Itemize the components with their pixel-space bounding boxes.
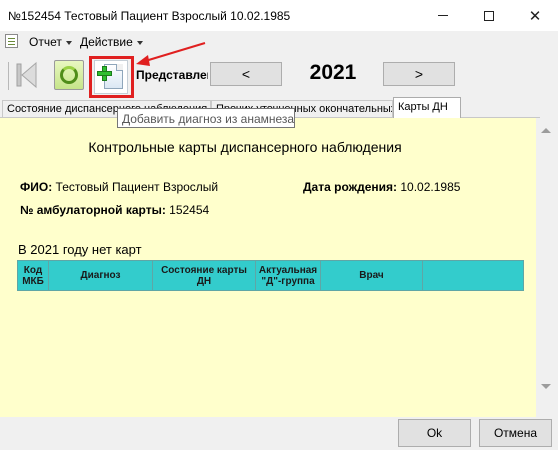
window-title: №152454 Тестовый Пациент Взрослый 10.02.… — [8, 9, 291, 23]
prev-year-label: < — [241, 66, 251, 82]
refresh-icon — [60, 66, 78, 84]
back-button[interactable] — [12, 60, 40, 90]
card-value: 152454 — [169, 203, 210, 217]
minimize-button[interactable] — [420, 0, 466, 31]
scroll-up-icon[interactable] — [541, 128, 551, 133]
dob-label: Дата рождения: — [303, 180, 398, 194]
column-header-empty[interactable] — [422, 260, 524, 291]
scroll-down-icon[interactable] — [541, 384, 551, 389]
document-list-icon[interactable] — [5, 34, 18, 48]
close-icon: ✕ — [528, 7, 542, 25]
annotation-arrow-icon — [136, 42, 206, 66]
column-header-doctor[interactable]: Врач — [320, 260, 423, 291]
table-header-row: Код МКБ Диагноз Состояние карты ДН Актуа… — [17, 260, 524, 291]
column-header-d-group[interactable]: Актуальная "Д"-группа — [255, 260, 321, 291]
minimize-icon — [438, 15, 448, 16]
next-year-label: > — [414, 66, 424, 82]
tab-dn-cards[interactable]: Карты ДН — [393, 97, 461, 118]
next-year-button[interactable]: > — [383, 62, 455, 86]
fio-value: Тестовый Пациент Взрослый — [55, 180, 219, 194]
title-bar: №152454 Тестовый Пациент Взрослый 10.02.… — [0, 0, 558, 31]
tab-label: Карты ДН — [398, 101, 448, 113]
add-diagnosis-tooltip: Добавить диагноз из анамнеза — [117, 108, 295, 128]
footer-bar — [0, 417, 558, 450]
ok-button[interactable]: Ok — [398, 419, 471, 447]
menu-report[interactable]: Отчет — [29, 35, 72, 49]
document-title: Контрольные карты диспансерного наблюден… — [88, 139, 402, 155]
cancel-button[interactable]: Отмена — [479, 419, 552, 447]
ok-label: Ok — [426, 426, 443, 440]
column-header-icd[interactable]: Код МКБ — [17, 260, 49, 291]
menu-report-label: Отчет — [29, 35, 62, 49]
card-label: № амбулаторной карты: — [20, 203, 166, 217]
patient-name: ФИО: Тестовый Пациент Взрослый — [20, 180, 218, 194]
maximize-button[interactable] — [466, 0, 512, 31]
chevron-down-icon — [65, 40, 72, 45]
close-button[interactable]: ✕ — [512, 0, 558, 31]
dob-value: 10.02.1985 — [400, 180, 461, 194]
prev-year-button[interactable]: < — [210, 62, 282, 86]
fio-label: ФИО: — [20, 180, 53, 194]
toolbar-separator — [8, 62, 9, 90]
outpatient-card: № амбулаторной карты: 152454 — [20, 203, 209, 217]
no-cards-message: В 2021 году нет карт — [18, 242, 142, 257]
year-display: 2021 — [309, 61, 357, 84]
arrow-left-icon — [16, 61, 37, 89]
maximize-icon — [484, 10, 494, 21]
birth-date: Дата рождения: 10.02.1985 — [303, 180, 460, 194]
refresh-button[interactable] — [54, 60, 84, 90]
menu-action-label: Действие — [80, 35, 133, 49]
cancel-label: Отмена — [493, 426, 538, 440]
vertical-scrollbar[interactable] — [536, 118, 558, 417]
cards-table: Код МКБ Диагноз Состояние карты ДН Актуа… — [17, 260, 524, 291]
column-header-card-state[interactable]: Состояние карты ДН — [152, 260, 256, 291]
column-header-diagnosis[interactable]: Диагноз — [48, 260, 153, 291]
highlight-annotation — [89, 56, 134, 98]
